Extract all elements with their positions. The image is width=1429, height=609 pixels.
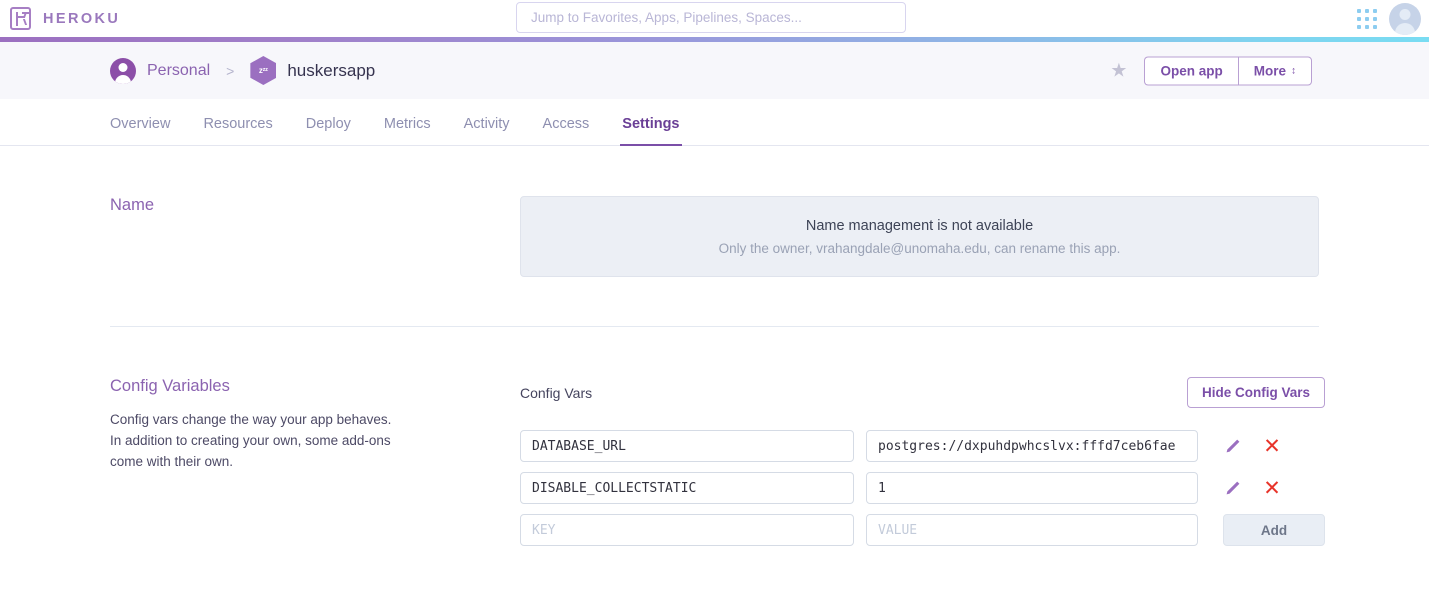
config-key-input[interactable] xyxy=(520,472,854,504)
open-app-button[interactable]: Open app xyxy=(1144,56,1238,85)
app-button-group: Open app More ↕ xyxy=(1144,56,1312,85)
pencil-icon[interactable] xyxy=(1223,437,1241,455)
name-notice-subtitle: Only the owner, vrahangdale@unomaha.edu,… xyxy=(718,240,1121,256)
breadcrumb: Personal > zᶻᶻ huskersapp xyxy=(110,56,375,85)
new-value-input[interactable] xyxy=(866,514,1198,546)
sleeping-app-hexagon-icon: zᶻᶻ xyxy=(250,56,277,85)
new-key-input[interactable] xyxy=(520,514,854,546)
star-icon[interactable]: ★ xyxy=(1110,61,1127,80)
tab-deploy[interactable]: Deploy xyxy=(306,116,351,145)
x-close-icon[interactable]: ✕ xyxy=(1263,436,1281,457)
user-avatar-icon[interactable] xyxy=(1389,2,1421,35)
name-notice-panel: Name management is not available Only th… xyxy=(520,196,1319,277)
more-button-label: More xyxy=(1253,63,1286,78)
grid-dots-icon[interactable] xyxy=(1357,8,1377,29)
settings-content: Name Name management is not available On… xyxy=(0,146,1429,556)
config-vars-section: Config Variables Config vars change the … xyxy=(110,327,1325,556)
table-row: ✕ xyxy=(520,472,1325,504)
new-config-var-row: Add xyxy=(520,514,1325,546)
name-section-title: Name xyxy=(110,196,155,214)
config-section-left: Config Variables Config vars change the … xyxy=(110,377,520,556)
app-actions: ★ Open app More ↕ xyxy=(1110,56,1312,85)
config-vars-header: Config Vars Hide Config Vars xyxy=(520,377,1325,408)
tab-metrics[interactable]: Metrics xyxy=(384,116,431,145)
table-row: ✕ xyxy=(520,430,1325,462)
page-title: huskersapp xyxy=(287,60,376,80)
name-notice-title: Name management is not available xyxy=(805,217,1034,234)
row-actions: ✕ xyxy=(1223,436,1281,457)
config-section-right: Config Vars Hide Config Vars ✕ xyxy=(520,377,1325,556)
name-section-right: Name management is not available Only th… xyxy=(520,196,1319,277)
config-value-input[interactable] xyxy=(866,472,1198,504)
tab-settings[interactable]: Settings xyxy=(620,116,682,146)
row-actions: ✕ xyxy=(1223,478,1281,499)
config-value-input[interactable] xyxy=(866,430,1198,462)
name-section-left: Name xyxy=(110,196,520,277)
config-vars-label: Config Vars xyxy=(520,384,593,401)
heroku-logo-icon xyxy=(10,7,31,30)
heroku-settings-page: HEROKU Personal > zᶻᶻ huskersapp ★ Ope xyxy=(0,0,1429,609)
tab-resources[interactable]: Resources xyxy=(203,116,272,145)
pencil-icon[interactable] xyxy=(1223,479,1241,497)
global-header: HEROKU xyxy=(0,0,1429,37)
breadcrumb-separator: > xyxy=(226,62,235,79)
header-right-actions xyxy=(1357,0,1421,37)
tab-overview[interactable]: Overview xyxy=(110,116,170,145)
app-icon-label: zᶻᶻ xyxy=(258,66,268,75)
global-search[interactable] xyxy=(516,2,906,33)
add-config-var-button[interactable]: Add xyxy=(1223,514,1325,546)
hide-config-vars-button[interactable]: Hide Config Vars xyxy=(1186,377,1325,408)
breadcrumb-owner[interactable]: Personal xyxy=(147,62,210,80)
tab-activity[interactable]: Activity xyxy=(464,116,510,145)
brand-label: HEROKU xyxy=(43,10,121,27)
tab-access[interactable]: Access xyxy=(543,116,590,145)
name-section: Name Name management is not available On… xyxy=(110,146,1319,277)
app-tabs: Overview Resources Deploy Metrics Activi… xyxy=(0,99,1429,146)
config-key-input[interactable] xyxy=(520,430,854,462)
person-circle-icon xyxy=(110,57,136,84)
app-header-bar: Personal > zᶻᶻ huskersapp ★ Open app Mor… xyxy=(0,42,1429,99)
chevron-updown-icon: ↕ xyxy=(1291,65,1296,76)
more-button[interactable]: More ↕ xyxy=(1237,56,1312,85)
config-section-title: Config Variables xyxy=(110,377,230,395)
config-section-description: Config vars change the way your app beha… xyxy=(110,412,392,469)
x-close-icon[interactable]: ✕ xyxy=(1263,478,1281,499)
heroku-logo[interactable]: HEROKU xyxy=(10,7,120,30)
search-input[interactable] xyxy=(516,2,906,33)
